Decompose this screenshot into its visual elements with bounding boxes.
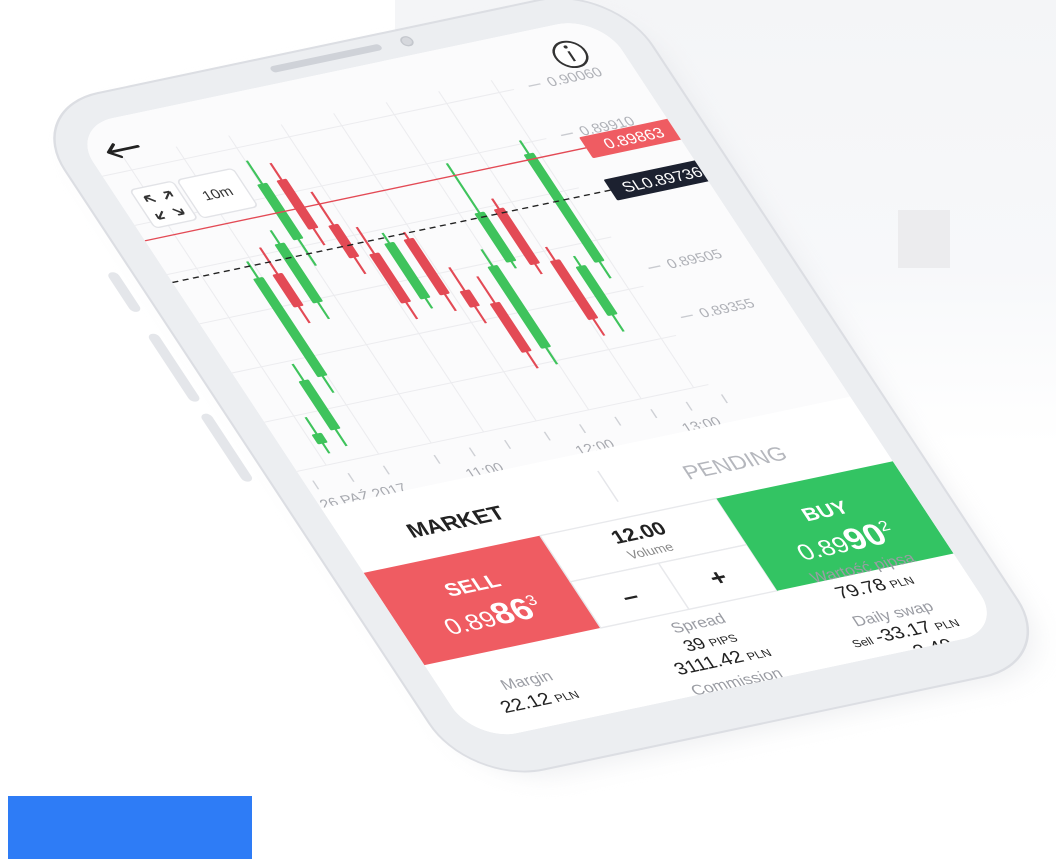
phone-mockup-scene: 0.900600.899100.895050.893550.89863SL0.8… (53, 0, 1034, 776)
phone: 0.900600.899100.895050.893550.89863SL0.8… (53, 0, 1034, 776)
